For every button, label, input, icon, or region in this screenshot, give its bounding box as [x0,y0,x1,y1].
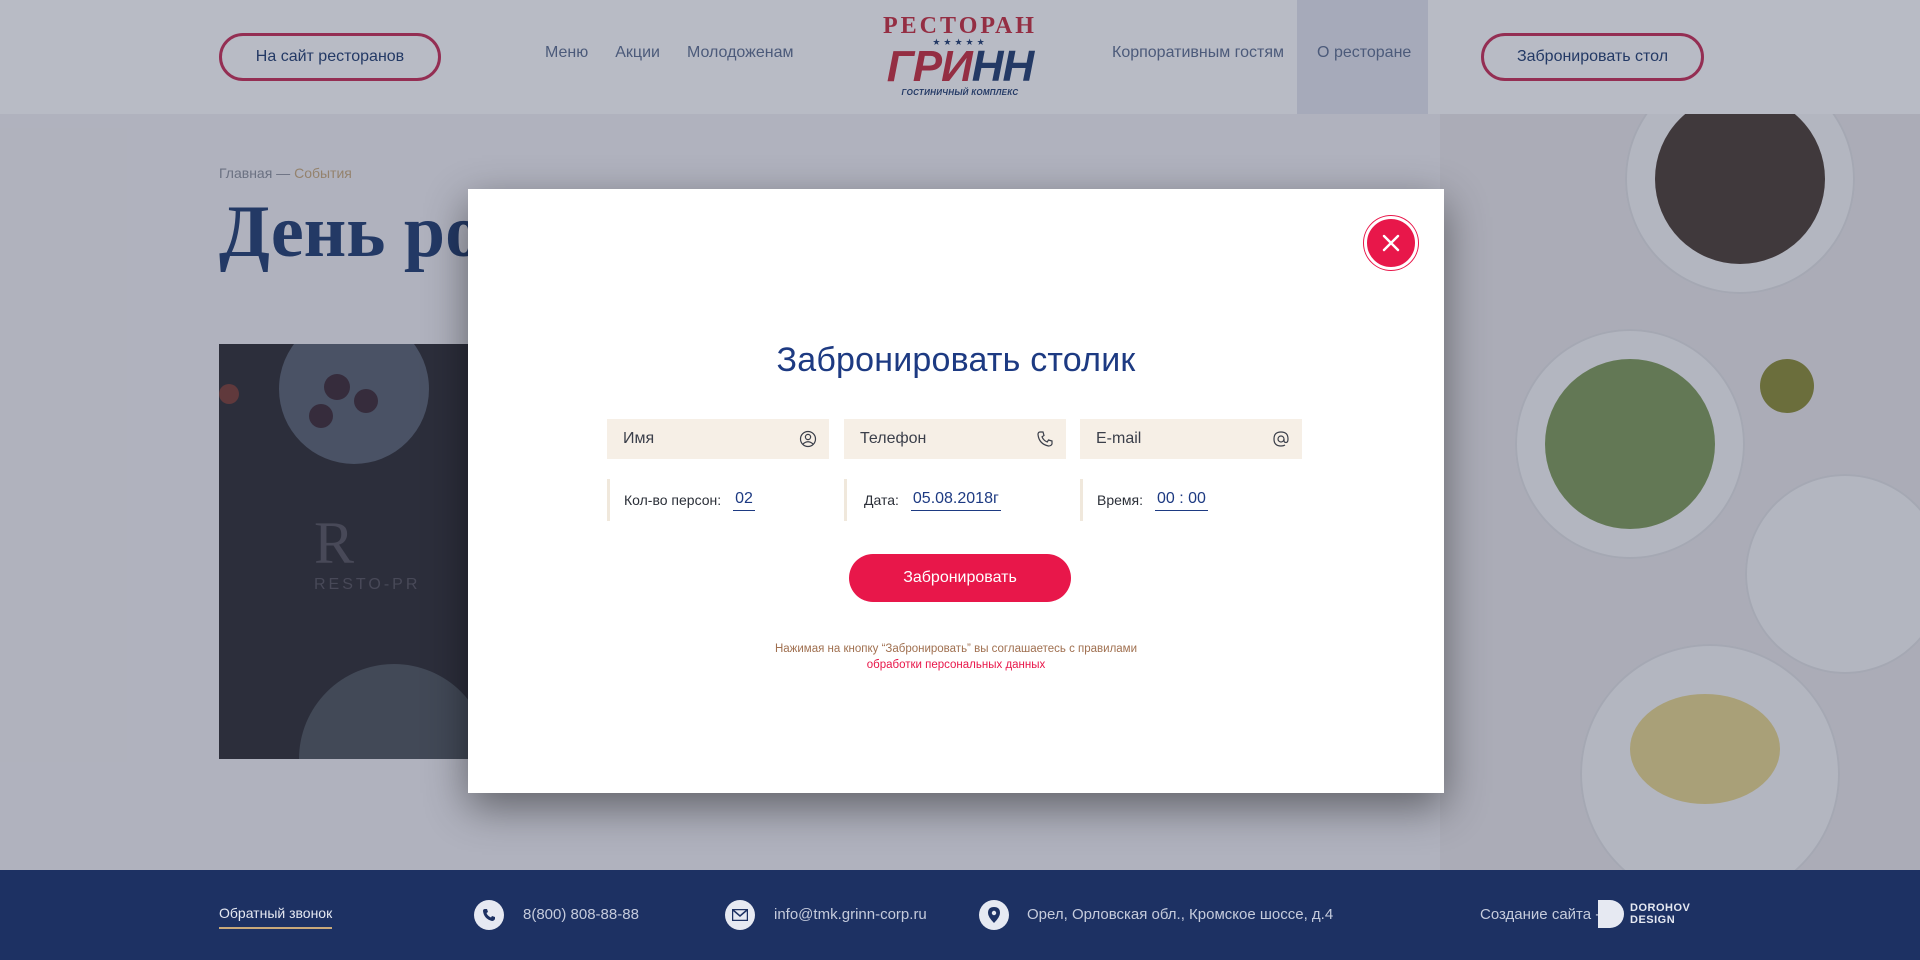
creator-brand-logo[interactable]: DOROHOV DESIGN [1598,900,1690,928]
privacy-policy-link[interactable]: обработки персональных данных [468,657,1444,673]
location-icon [979,900,1009,930]
persons-label: Кол-во персон: [624,492,722,508]
creator-brand-line1: DOROHOV [1630,902,1691,914]
date-label: Дата: [864,492,899,508]
callback-link[interactable]: Обратный звонок [219,905,333,929]
user-icon [799,430,817,448]
booking-modal: Забронировать столик Имя Телефон E-mail … [468,189,1444,793]
dorohov-logo-icon [1598,900,1624,928]
phone-placeholder: Телефон [860,430,927,447]
site-creator-label: Создание сайта - [1480,906,1601,923]
mail-icon [725,900,755,930]
footer-inner: Обратный звонок 8(800) 808-88-88 info@tm… [0,870,1920,960]
close-button[interactable] [1364,216,1418,270]
phone-field[interactable]: Телефон [844,419,1066,459]
date-value[interactable]: 05.08.2018г [910,490,1001,511]
book-submit-button[interactable]: Забронировать [849,554,1071,602]
name-placeholder: Имя [623,430,655,447]
creator-brand-line2: DESIGN [1630,914,1676,926]
close-icon [1382,234,1400,252]
phone-icon [474,900,504,930]
persons-value[interactable]: 02 [733,490,755,511]
footer-email[interactable]: info@tmk.grinn-corp.ru [774,906,927,923]
email-placeholder: E-mail [1096,430,1142,447]
time-label: Время: [1097,492,1144,508]
modal-title: Забронировать столик [776,341,1136,379]
footer-phone[interactable]: 8(800) 808-88-88 [523,906,639,923]
persons-selector: Кол-во персон: 02 [607,479,755,521]
time-value[interactable]: 00 : 00 [1155,490,1208,511]
time-selector: Время: 00 : 00 [1080,479,1208,521]
phone-icon [1037,431,1053,447]
agreement-note: Нажимая на кнопку “Забронировать” вы сог… [468,641,1444,673]
email-field[interactable]: E-mail [1080,419,1302,459]
footer-address: Орел, Орловская обл., Кромское шоссе, д.… [1027,906,1334,923]
agreement-text: Нажимая на кнопку “Забронировать” вы сог… [774,643,1138,655]
creator-brand-text: DOROHOV DESIGN [1630,902,1690,926]
name-field[interactable]: Имя [607,419,829,459]
at-sign-icon [1273,431,1289,447]
date-selector: Дата: 05.08.2018г [844,479,1001,521]
site-footer: Обратный звонок 8(800) 808-88-88 info@tm… [0,870,1920,960]
